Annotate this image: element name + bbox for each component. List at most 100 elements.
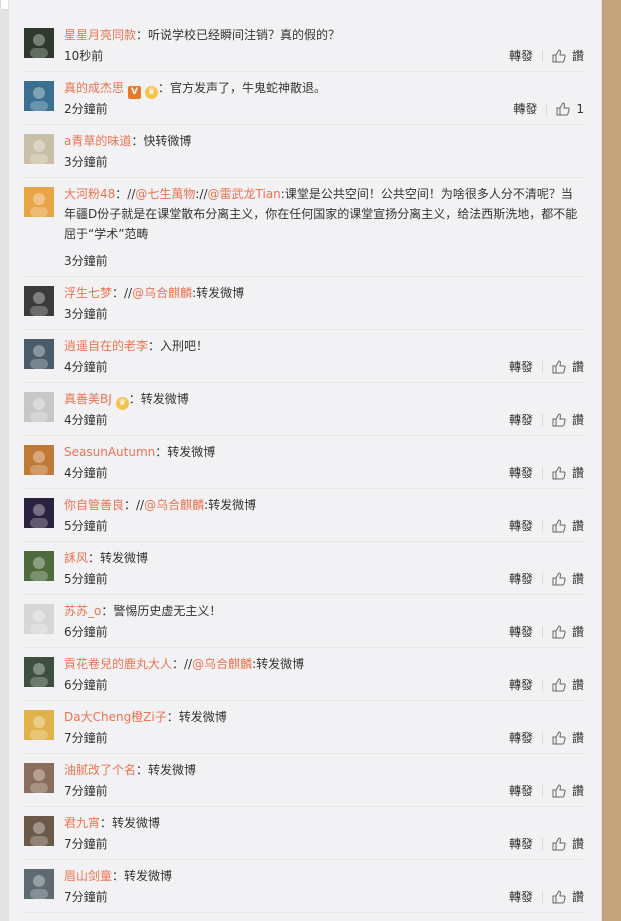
comment-list: 星星月亮同款：听说学校已经瞬间注销？真的假的？ 10秒前 轉發讚真的成杰思 V ♛ ：官方… (24, 19, 584, 913)
comment-timestamp: 7分鐘前 (64, 731, 108, 745)
comment-body: // (199, 187, 208, 201)
thumbs-up-icon[interactable] (552, 49, 566, 63)
avatar[interactable] (24, 498, 54, 528)
repost-button[interactable]: 轉發 (509, 48, 533, 64)
list-item: SeasunAutumn：转发微博 4分鐘前 轉發 讚 (24, 436, 584, 489)
repost-button[interactable]: 轉發 (513, 101, 537, 117)
repost-button[interactable]: 轉發 (509, 730, 533, 746)
like-button[interactable]: 讚 (572, 836, 584, 852)
thumbs-up-icon[interactable] (552, 360, 566, 374)
repost-button[interactable]: 轉發 (509, 677, 533, 693)
list-item: 眉山剑童：转发微博 7分鐘前 轉發 讚 (24, 860, 584, 913)
like-button[interactable]: 1 (576, 101, 584, 117)
avatar[interactable] (24, 816, 54, 846)
repost-button[interactable]: 轉發 (509, 624, 533, 640)
comment-text: 貢花卷兒的鹿丸大人：//@乌合麒麟:转发微博 (64, 654, 584, 674)
avatar[interactable] (24, 710, 54, 740)
comment-username[interactable]: 大河粉48 (64, 187, 115, 201)
repost-button[interactable]: 轉發 (509, 465, 533, 481)
avatar[interactable] (24, 392, 54, 422)
comment-username[interactable]: Da大Cheng橙Zi子 (64, 710, 167, 724)
comment-username[interactable]: a青草的味道 (64, 134, 131, 148)
comment-username[interactable]: 眉山剑童 (64, 869, 112, 883)
avatar[interactable] (24, 286, 54, 316)
thumbs-up-icon[interactable] (552, 731, 566, 745)
thumbs-up-icon[interactable] (552, 519, 566, 533)
comment-username[interactable]: 油腻改了个名 (64, 763, 136, 777)
action-divider (541, 626, 543, 638)
like-button[interactable]: 讚 (572, 465, 584, 481)
comment-text: 大河粉48：//@七生萬物://@雷武龙Tian:课堂是公共空间！公共空间！为啥… (64, 184, 584, 244)
comment-actions: 轉發 讚 (509, 48, 584, 64)
thumbs-up-icon[interactable] (552, 890, 566, 904)
avatar[interactable] (24, 339, 54, 369)
repost-button[interactable]: 轉發 (509, 359, 533, 375)
repost-button[interactable]: 轉發 (509, 518, 533, 534)
repost-button[interactable]: 轉發 (509, 889, 533, 905)
comment-text: 眉山剑童：转发微博 (64, 866, 584, 886)
avatar[interactable] (24, 81, 54, 111)
avatar[interactable] (24, 763, 54, 793)
list-item: 貢花卷兒的鹿丸大人：//@乌合麒麟:转发微博 6分鐘前 轉發 讚 (24, 648, 584, 701)
comment-username[interactable]: 貢花卷兒的鹿丸大人 (64, 657, 172, 671)
crown-badge-icon: ♛ (115, 397, 129, 410)
like-button[interactable]: 讚 (572, 359, 584, 375)
comment-username[interactable]: 苏苏_o (64, 604, 101, 618)
like-button[interactable]: 讚 (572, 730, 584, 746)
page-background-strip (600, 0, 621, 921)
like-button[interactable]: 讚 (572, 889, 584, 905)
comment-username[interactable]: 逍遥自在的老李 (64, 339, 148, 353)
avatar[interactable] (24, 551, 54, 581)
like-button[interactable]: 讚 (572, 783, 584, 799)
comment-username[interactable]: 訸风 (64, 551, 88, 565)
mention-link[interactable]: @乌合麒麟 (144, 498, 204, 512)
comment-username[interactable]: 浮生七梦 (64, 286, 112, 300)
list-item: 訸风：转发微博 5分鐘前 轉發 讚 (24, 542, 584, 595)
comment-username[interactable]: 真的成杰思 (64, 81, 124, 95)
thumbs-up-icon[interactable] (552, 678, 566, 692)
avatar[interactable] (24, 187, 54, 217)
avatar[interactable] (24, 134, 54, 164)
repost-button[interactable]: 轉發 (509, 571, 533, 587)
like-button[interactable]: 讚 (572, 48, 584, 64)
thumbs-up-icon[interactable] (552, 572, 566, 586)
comment-body: ：听说学校已经瞬间注销？真的假的？ (136, 28, 341, 42)
comment-username[interactable]: SeasunAutumn (64, 445, 155, 459)
comment-actions: 轉發 讚 (509, 624, 584, 640)
avatar[interactable] (24, 28, 54, 58)
like-button[interactable]: 讚 (572, 571, 584, 587)
avatar[interactable] (24, 657, 54, 687)
like-button[interactable]: 讚 (572, 624, 584, 640)
list-item: 苏苏_o：警惕历史虚无主义！ 6分鐘前 轉發 讚 (24, 595, 584, 648)
thumbs-up-icon[interactable] (552, 466, 566, 480)
mention-link[interactable]: @雷武龙Tian (208, 187, 281, 201)
repost-button[interactable]: 轉發 (509, 783, 533, 799)
list-item: 真善美BJ ♛ ：转发微博 4分鐘前 轉發 讚 (24, 383, 584, 436)
mention-link[interactable]: @乌合麒麟 (132, 286, 192, 300)
avatar[interactable] (24, 604, 54, 634)
mention-link[interactable]: @乌合麒麟 (192, 657, 252, 671)
thumbs-up-icon[interactable] (552, 413, 566, 427)
repost-button[interactable]: 轉發 (509, 412, 533, 428)
thumbs-up-icon[interactable] (552, 625, 566, 639)
like-button[interactable]: 讚 (572, 412, 584, 428)
like-button[interactable]: 讚 (572, 518, 584, 534)
comment-text: SeasunAutumn：转发微博 (64, 442, 584, 462)
mention-link[interactable]: @七生萬物 (135, 187, 195, 201)
like-button[interactable]: 讚 (572, 677, 584, 693)
comment-text: 浮生七梦：//@乌合麒麟:转发微博 (64, 283, 584, 303)
comment-timestamp: 2分鐘前 (64, 102, 108, 116)
avatar[interactable] (24, 445, 54, 475)
thumbs-up-icon[interactable] (552, 784, 566, 798)
comment-text: 苏苏_o：警惕历史虚无主义！ (64, 601, 584, 621)
thumbs-up-icon[interactable] (552, 837, 566, 851)
comment-username[interactable]: 星星月亮同款 (64, 28, 136, 42)
thumbs-up-icon[interactable] (556, 102, 571, 116)
comment-username[interactable]: 真善美BJ (64, 392, 112, 406)
comment-username[interactable]: 你自管善良 (64, 498, 124, 512)
repost-button[interactable]: 轉發 (509, 836, 533, 852)
avatar[interactable] (24, 869, 54, 899)
action-divider (541, 891, 543, 903)
comment-username[interactable]: 君九宵 (64, 816, 100, 830)
action-divider (541, 361, 543, 373)
